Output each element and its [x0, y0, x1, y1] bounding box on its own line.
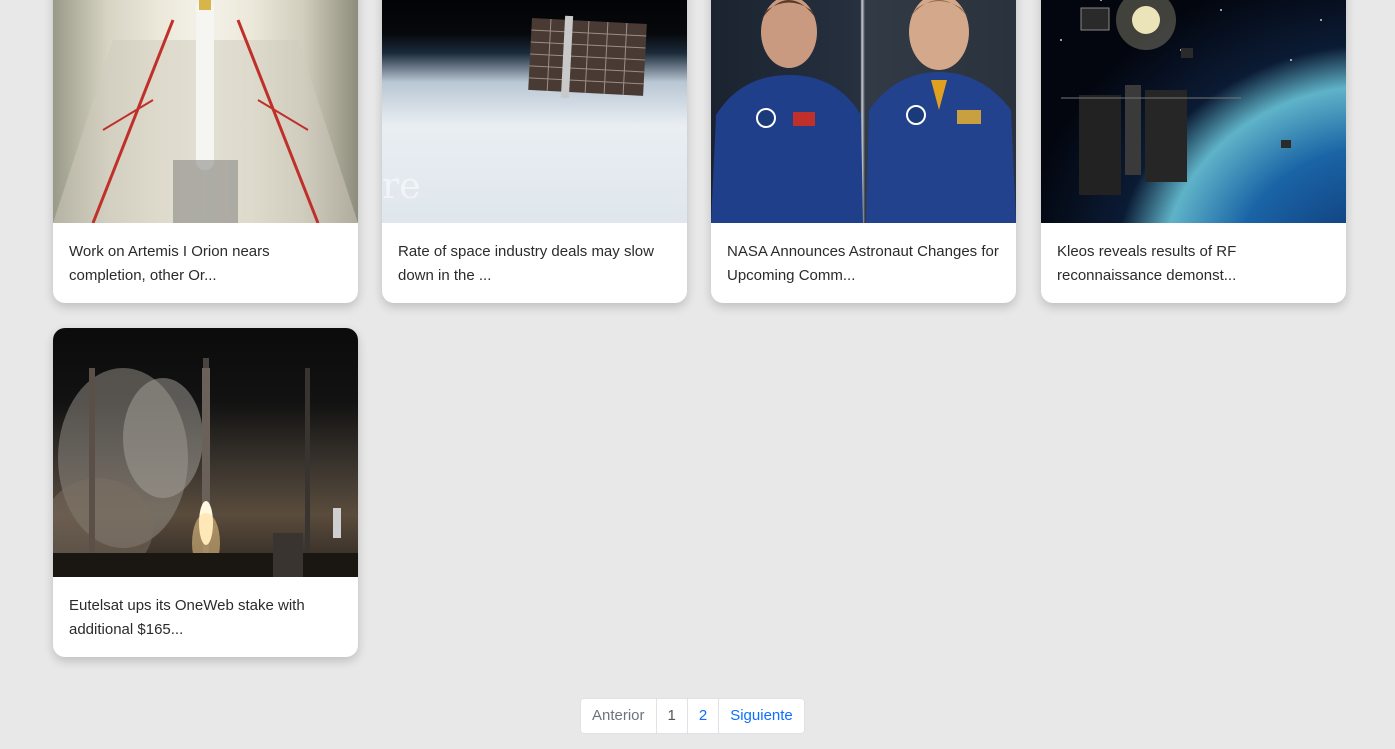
astronauts-portrait-illustration [711, 0, 1016, 223]
news-card[interactable]: re Rate of space industry deals may slow… [382, 0, 687, 303]
pagination-page-2[interactable]: 2 [686, 698, 720, 734]
satellite-over-earth-illustration: re [382, 15, 647, 207]
news-card-title[interactable]: Eutelsat ups its OneWeb stake with addit… [53, 577, 358, 642]
news-card-image[interactable] [53, 328, 358, 577]
news-card-title[interactable]: NASA Announces Astronaut Changes for Upc… [711, 223, 1016, 288]
pagination: Anterior 1 2 Siguiente [580, 698, 805, 734]
image-overlay-text: re [382, 166, 421, 207]
news-card-title[interactable]: Work on Artemis I Orion nears completion… [53, 223, 358, 288]
news-card-image[interactable] [1041, 0, 1346, 223]
news-card-title[interactable]: Kleos reveals results of RF reconnaissan… [1041, 223, 1346, 288]
news-card-image[interactable]: re [382, 0, 687, 223]
rocket-launch-illustration [53, 358, 358, 577]
pagination-next[interactable]: Siguiente [718, 698, 805, 734]
pagination-page-1[interactable]: 1 [655, 698, 688, 734]
news-card-title[interactable]: Rate of space industry deals may slow do… [382, 223, 687, 288]
pagination-previous[interactable]: Anterior [580, 698, 657, 734]
news-card-image[interactable] [711, 0, 1016, 223]
news-card[interactable]: Eutelsat ups its OneWeb stake with addit… [53, 328, 358, 657]
news-card[interactable]: Kleos reveals results of RF reconnaissan… [1041, 0, 1346, 303]
satellites-over-earth-illustration [1060, 0, 1322, 195]
news-card-image[interactable] [53, 0, 358, 223]
news-card[interactable]: NASA Announces Astronaut Changes for Upc… [711, 0, 1016, 303]
news-card[interactable]: Work on Artemis I Orion nears completion… [53, 0, 358, 303]
artemis-hangar-illustration [53, 0, 358, 223]
